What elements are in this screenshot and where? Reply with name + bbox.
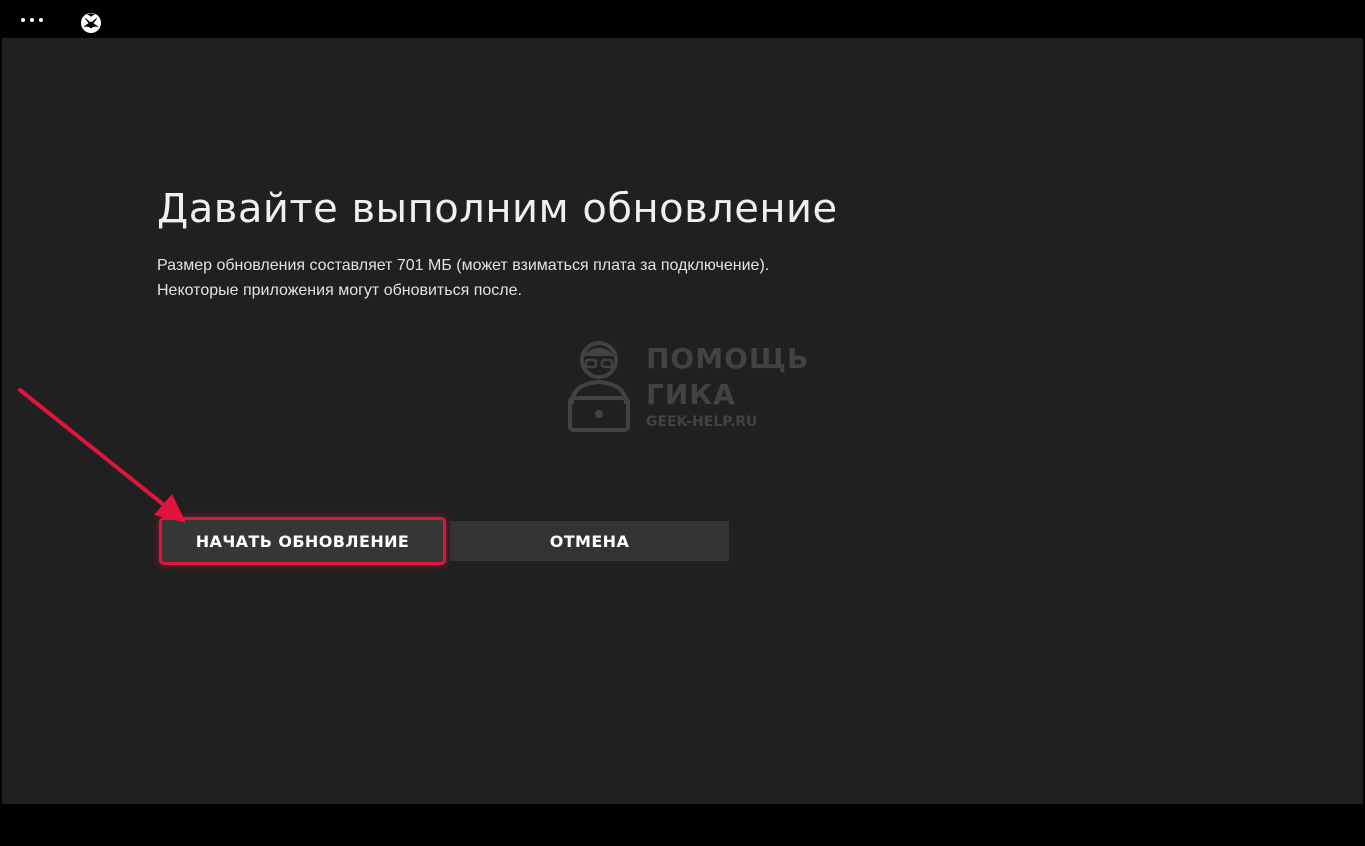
more-dots-icon[interactable] [14,9,50,31]
watermark-line-1: ПОМОЩЬ [646,342,810,375]
screen-frame: Давайте выполним обновление Размер обнов… [0,0,1365,846]
watermark: ПОМОЩЬ ГИКА GEEK-HELP.RU [564,336,808,436]
description-line-2: Некоторые приложения могут обновиться по… [157,282,522,299]
top-bar [0,0,1365,38]
xbox-logo-icon[interactable] [80,12,102,34]
cancel-label: ОТМЕНА [549,531,630,551]
bottom-bar [0,804,1365,846]
watermark-line-2: ГИКА [646,378,736,411]
start-update-button[interactable]: НАЧАТЬ ОБНОВЛЕНИЕ [159,517,446,565]
geek-figure-icon [568,341,630,432]
cancel-button[interactable]: ОТМЕНА [450,521,729,561]
watermark-site: GEEK-HELP.RU [646,414,758,430]
start-update-label: НАЧАТЬ ОБНОВЛЕНИЕ [195,531,410,551]
update-description: Размер обновления составляет 701 МБ (мож… [157,253,769,303]
page-title: Давайте выполним обновление [157,186,838,232]
description-line-1: Размер обновления составляет 701 МБ (мож… [157,257,770,274]
